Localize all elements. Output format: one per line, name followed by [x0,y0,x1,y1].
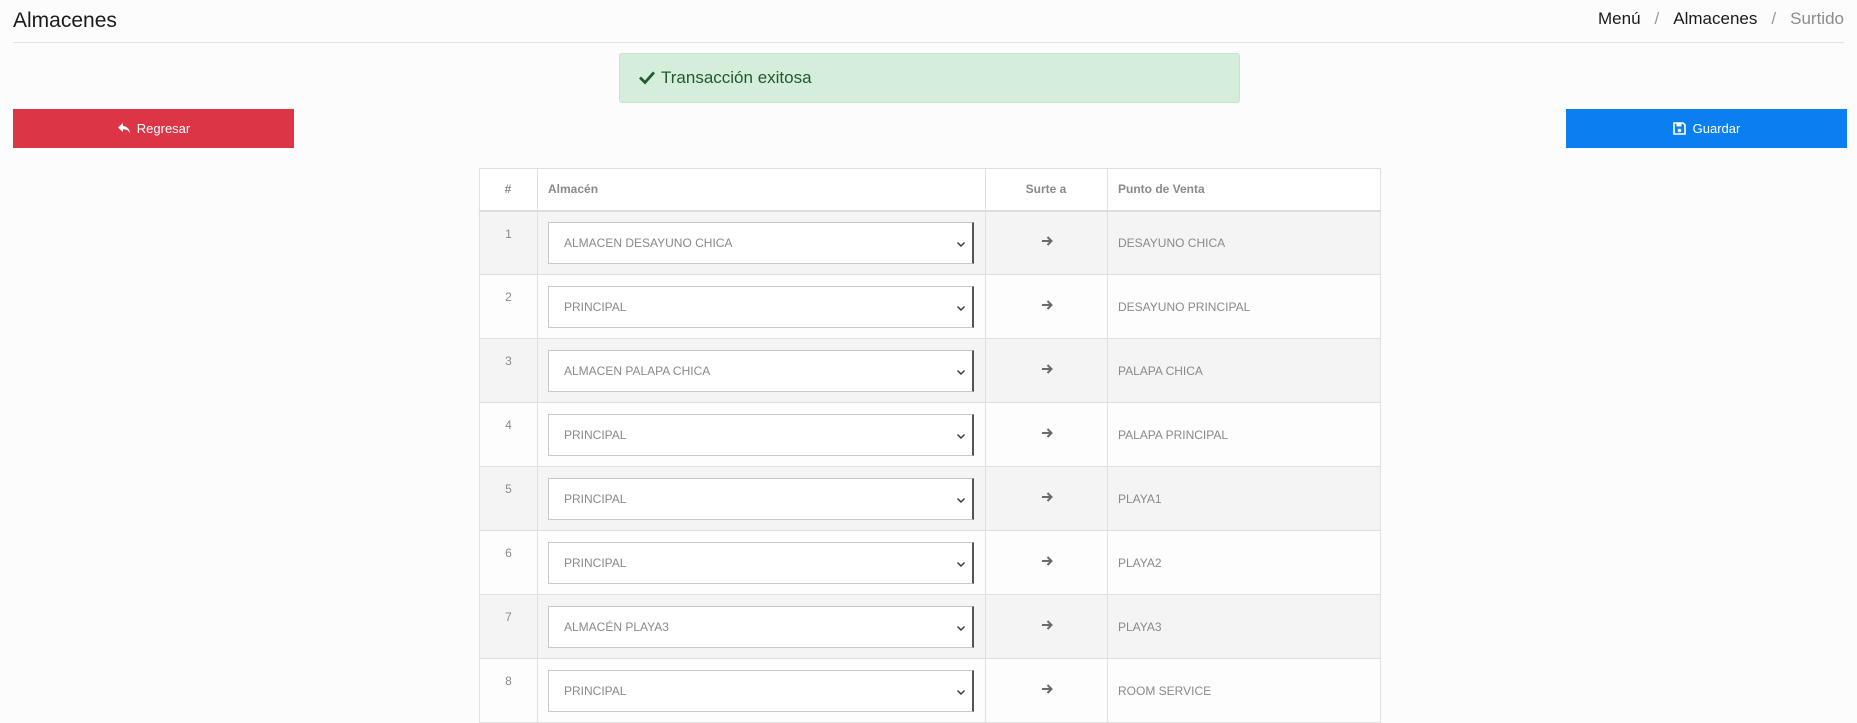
page-title: Almacenes [13,9,117,32]
save-button-label: Guardar [1692,121,1741,136]
almacen-select[interactable]: PRINCIPAL [548,541,974,584]
table-row: 8 PRINCIPAL ROOM SERVICE [479,658,1381,723]
breadcrumb: Menú / Almacenes / Surtido [1598,9,1844,29]
almacen-select-value: PRINCIPAL [564,427,627,442]
arrow-right-icon [1041,619,1053,631]
chevron-down-icon [956,430,966,440]
breadcrumb-separator: / [1771,9,1777,28]
punto-de-venta-cell: ROOM SERVICE [1107,658,1381,723]
almacen-select-value: ALMACÉN PLAYA3 [564,619,669,634]
arrow-right-icon [1041,235,1053,247]
row-number: 3 [479,338,538,403]
table-row: 2 PRINCIPAL DESAYUNO PRINCIPAL [479,274,1381,339]
row-number: 4 [479,402,538,467]
table-row: 4 PRINCIPAL PALAPA PRINCIPAL [479,402,1381,467]
chevron-down-icon [956,558,966,568]
table-row: 1 ALMACEN DESAYUNO CHICA DESAYUNO CHICA [479,210,1381,275]
row-number: 1 [479,210,538,275]
table-row: 3 ALMACEN PALAPA CHICA PALAPA CHICA [479,338,1381,403]
arrow-right-icon [1041,299,1053,311]
chevron-down-icon [956,366,966,376]
almacen-select[interactable]: PRINCIPAL [548,413,974,456]
punto-de-venta-cell: PLAYA3 [1107,594,1381,659]
arrow-right-icon [1041,683,1053,695]
almacen-select[interactable]: ALMACEN PALAPA CHICA [548,349,974,392]
back-button-label: Regresar [136,121,191,136]
almacen-select[interactable]: PRINCIPAL [548,669,974,712]
row-number: 8 [479,658,538,723]
almacen-select-value: ALMACEN PALAPA CHICA [564,363,711,378]
surtido-table: # Almacén Surte a Punto de Venta 1 ALMAC… [479,168,1381,723]
punto-de-venta-cell: PALAPA CHICA [1107,338,1381,403]
almacen-select-value: PRINCIPAL [564,491,627,506]
floppy-disk-icon [1673,122,1687,135]
success-alert: Transacción exitosa [619,53,1240,103]
arrow-right-icon [1041,427,1053,439]
chevron-down-icon [956,686,966,696]
page-header: Almacenes Menú / Almacenes / Surtido [13,0,1844,43]
chevron-down-icon [956,622,966,632]
row-number: 6 [479,530,538,595]
column-header-number: # [479,168,538,212]
row-number: 5 [479,466,538,531]
almacen-select-value: PRINCIPAL [564,299,627,314]
almacen-select[interactable]: PRINCIPAL [548,477,974,520]
almacen-select-value: PRINCIPAL [564,683,627,698]
breadcrumb-item-surtido: Surtido [1790,9,1844,28]
almacen-select[interactable]: ALMACEN DESAYUNO CHICA [548,221,974,264]
breadcrumb-item-almacenes[interactable]: Almacenes [1673,9,1757,29]
table-header-row: # Almacén Surte a Punto de Venta [479,168,1381,212]
chevron-down-icon [956,238,966,248]
punto-de-venta-cell: DESAYUNO PRINCIPAL [1107,274,1381,339]
row-number: 2 [479,274,538,339]
arrow-right-icon [1041,555,1053,567]
punto-de-venta-cell: PLAYA1 [1107,466,1381,531]
chevron-down-icon [956,302,966,312]
arrow-right-icon [1041,491,1053,503]
save-button[interactable]: Guardar [1566,109,1847,148]
breadcrumb-separator: / [1654,9,1660,28]
column-header-almacen: Almacén [537,168,986,212]
alert-text: Transacción exitosa [661,68,812,87]
chevron-down-icon [956,494,966,504]
almacen-select-value: ALMACEN DESAYUNO CHICA [564,235,733,250]
punto-de-venta-cell: PLAYA2 [1107,530,1381,595]
table-row: 5 PRINCIPAL PLAYA1 [479,466,1381,531]
table-row: 6 PRINCIPAL PLAYA2 [479,530,1381,595]
column-header-surte-a: Surte a [985,168,1108,212]
breadcrumb-item-menu[interactable]: Menú [1598,9,1641,29]
punto-de-venta-cell: DESAYUNO CHICA [1107,210,1381,275]
back-button[interactable]: Regresar [13,109,294,148]
table-row: 7 ALMACÉN PLAYA3 PLAYA3 [479,594,1381,659]
almacen-select[interactable]: ALMACÉN PLAYA3 [548,605,974,648]
check-icon [639,70,655,86]
row-number: 7 [479,594,538,659]
almacen-select-value: PRINCIPAL [564,555,627,570]
reply-icon [117,122,131,135]
almacen-select[interactable]: PRINCIPAL [548,285,974,328]
punto-de-venta-cell: PALAPA PRINCIPAL [1107,402,1381,467]
column-header-punto-de-venta: Punto de Venta [1107,168,1381,212]
arrow-right-icon [1041,363,1053,375]
